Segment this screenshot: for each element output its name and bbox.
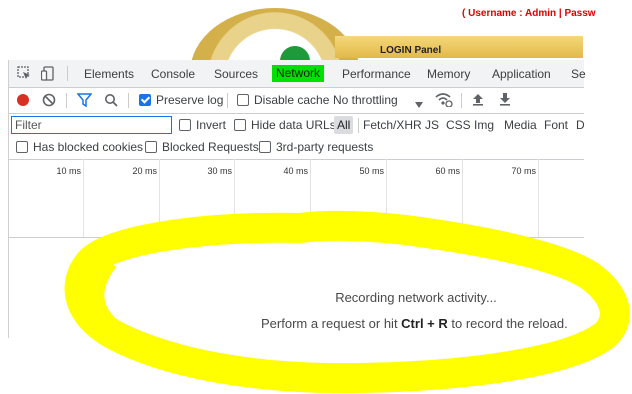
reload-hint: Perform a request or hit Ctrl + R to rec… bbox=[261, 316, 568, 331]
reload-hint-prefix: Perform a request or hit bbox=[261, 316, 402, 331]
reload-hint-keys: Ctrl + R bbox=[401, 316, 448, 331]
reload-hint-suffix: to record the reload. bbox=[447, 316, 568, 331]
recording-status: Recording network activity... bbox=[335, 290, 497, 305]
annotation-highlight bbox=[64, 210, 630, 394]
